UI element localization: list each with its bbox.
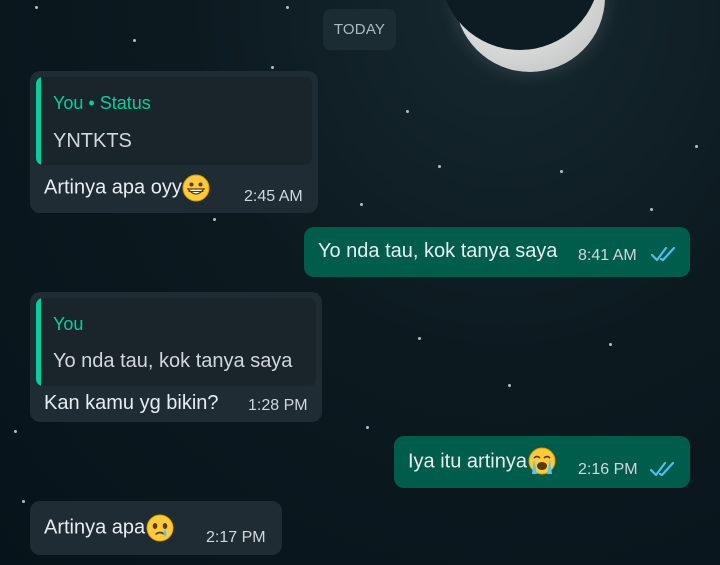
star <box>609 343 612 346</box>
reply-header: You • Status <box>53 93 151 114</box>
message-text: Artinya apa <box>44 513 175 543</box>
star <box>695 145 698 148</box>
double-check-read-icon <box>650 246 676 262</box>
star <box>508 384 511 387</box>
message-bubble-outgoing[interactable]: Iya itu artinya 2:16 PM <box>394 436 690 488</box>
date-separator: TODAY <box>323 9 396 50</box>
message-bubble-incoming[interactable]: You • Status YNTKTS Artinya apa oyy 2:45… <box>30 71 318 213</box>
quoted-reply[interactable]: You Yo nda tau, kok tanya saya <box>36 298 316 386</box>
reply-text: YNTKTS <box>53 130 132 152</box>
star <box>406 110 409 113</box>
grinning-face-icon <box>182 174 210 202</box>
message-time: 2:16 PM <box>578 461 638 478</box>
star <box>14 430 17 433</box>
loudly-crying-face-icon <box>528 447 556 475</box>
message-time: 1:28 PM <box>248 397 308 414</box>
message-bubble-incoming[interactable]: You Yo nda tau, kok tanya saya Kan kamu … <box>30 292 322 422</box>
double-check-read-icon <box>649 461 675 477</box>
reply-separator: • <box>88 93 95 113</box>
reply-text: Yo nda tau, kok tanya saya <box>53 350 293 372</box>
star <box>418 337 421 340</box>
star <box>438 165 441 168</box>
message-text: Yo nda tau, kok tanya saya <box>318 240 558 262</box>
quoted-reply[interactable]: You • Status YNTKTS <box>36 77 312 165</box>
star <box>271 66 274 69</box>
message-text: Kan kamu yg bikin? <box>44 392 219 414</box>
star <box>133 39 136 42</box>
message-text: Artinya apa oyy <box>44 174 210 202</box>
message-time: 8:41 AM <box>578 247 637 264</box>
reply-context: Status <box>99 93 151 113</box>
message-text: Iya itu artinya <box>408 447 557 477</box>
star <box>286 6 289 9</box>
face-holding-back-tears-icon <box>146 514 174 542</box>
message-text-content: Artinya apa <box>44 516 146 539</box>
reply-author: You <box>53 93 84 113</box>
star <box>213 218 216 221</box>
star <box>560 170 563 173</box>
star <box>35 6 38 9</box>
star <box>22 500 25 503</box>
message-text-content: Artinya apa oyy <box>44 176 182 199</box>
reply-author: You <box>53 314 84 334</box>
star <box>650 208 653 211</box>
message-bubble-outgoing[interactable]: Yo nda tau, kok tanya saya 8:41 AM <box>304 227 690 277</box>
message-time: 2:17 PM <box>206 529 266 546</box>
star <box>366 426 369 429</box>
message-time: 2:45 AM <box>244 188 303 205</box>
star <box>360 203 363 206</box>
date-label: TODAY <box>333 21 386 38</box>
message-text-content: Iya itu artinya <box>408 450 527 473</box>
message-bubble-incoming[interactable]: Artinya apa 2:17 PM <box>30 501 282 555</box>
